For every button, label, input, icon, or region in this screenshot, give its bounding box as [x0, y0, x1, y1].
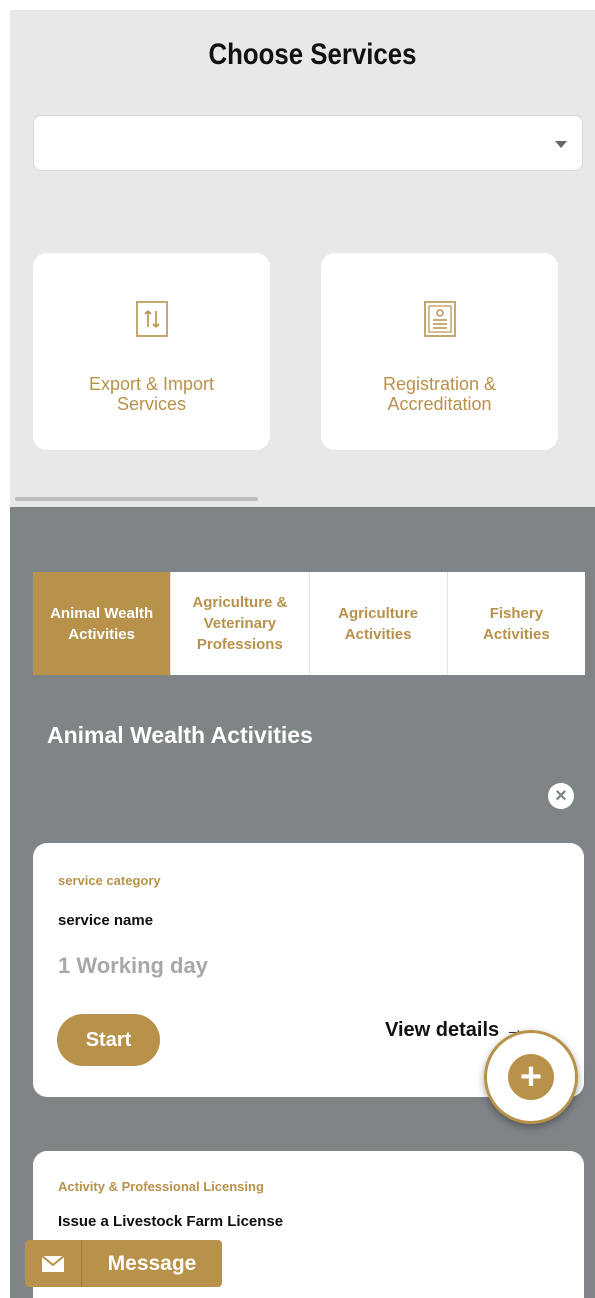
service-category: service category: [58, 873, 161, 888]
service-select[interactable]: [33, 115, 583, 171]
certificate-icon: [423, 301, 456, 337]
service-name: Issue a Livestock Farm License: [58, 1213, 284, 1230]
plus-icon: +: [508, 1054, 554, 1100]
horizontal-scroll-indicator[interactable]: [15, 497, 258, 501]
envelope-icon: [25, 1240, 82, 1287]
export-import-icon: [135, 301, 168, 337]
add-button[interactable]: +: [484, 1030, 578, 1124]
card-label: Export & Import Services: [88, 374, 215, 414]
section-title: Animal Wealth Activities: [47, 722, 313, 748]
message-button[interactable]: Message: [25, 1240, 222, 1287]
activities-section: Animal Wealth Activities Agriculture & Vet…: [10, 507, 595, 1298]
choose-services-panel: Choose Services Export & Import Services…: [10, 10, 595, 507]
registration-accreditation-card[interactable]: Registration & Accreditation: [321, 253, 558, 450]
service-category: Activity & Professional Licensing: [58, 1179, 264, 1194]
service-duration: 1 Working day: [58, 953, 208, 978]
message-label: Message: [107, 1251, 197, 1275]
page-title: Choose Services: [208, 38, 417, 71]
chevron-down-icon: [555, 141, 567, 148]
tab-fishery-activities[interactable]: Fishery Activities: [448, 572, 585, 675]
tab-animal-wealth-activities[interactable]: Animal Wealth Activities: [33, 572, 172, 675]
export-import-services-card[interactable]: Export & Import Services: [33, 253, 270, 450]
tab-agriculture-activities[interactable]: Agriculture Activities: [310, 572, 448, 675]
card-label: Registration & Accreditation: [382, 374, 497, 414]
start-button[interactable]: Start: [57, 1014, 160, 1066]
tab-agriculture-veterinary-professions[interactable]: Agriculture & Veterinary Professions: [171, 572, 310, 675]
service-name: service name: [58, 912, 154, 929]
activity-tabs: Animal Wealth Activities Agriculture & Vet…: [33, 572, 585, 675]
close-icon[interactable]: ×: [548, 783, 574, 809]
